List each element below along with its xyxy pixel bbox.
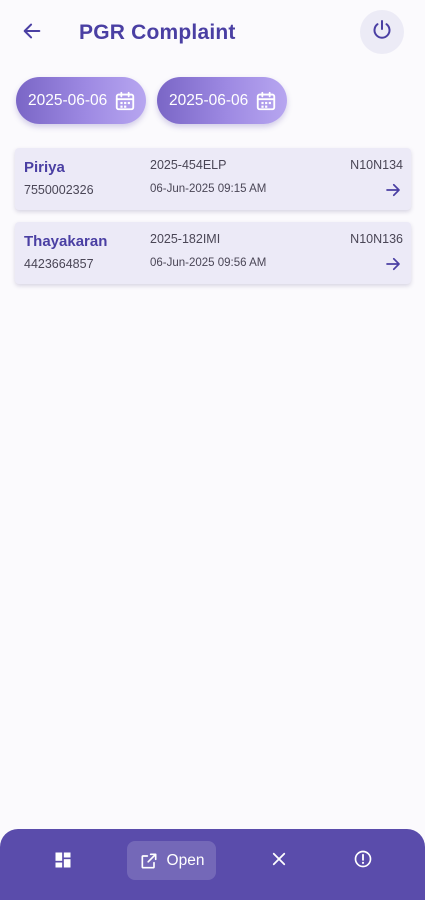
open-label: Open — [166, 851, 205, 869]
from-date-value: 2025-06-06 — [28, 91, 108, 109]
complaint-datetime: 06-Jun-2025 09:56 AM — [150, 257, 267, 269]
open-external-icon — [139, 851, 159, 871]
close-button[interactable] — [266, 848, 292, 874]
to-date-picker[interactable]: 2025-06-06 — [157, 77, 287, 124]
complaint-datetime: 06-Jun-2025 09:15 AM — [150, 183, 267, 195]
complaint-code: N10N136 — [350, 232, 403, 246]
info-button[interactable] — [350, 848, 376, 874]
calendar-icon — [255, 90, 277, 112]
page-title: PGR Complaint — [79, 21, 236, 44]
arrow-right-icon[interactable] — [384, 181, 402, 199]
date-filter-row: 2025-06-06 2025-06-06 — [16, 77, 287, 124]
info-icon — [353, 849, 373, 874]
app-header: PGR Complaint — [0, 0, 425, 66]
open-button[interactable]: Open — [127, 841, 216, 880]
complaint-id: 2025-454ELP — [150, 158, 227, 172]
close-icon — [270, 850, 288, 873]
complaint-card[interactable]: Thayakaran 4423664857 2025-182IMI 06-Jun… — [15, 222, 411, 284]
calendar-icon — [114, 90, 136, 112]
arrow-right-icon[interactable] — [384, 255, 402, 273]
complainant-phone: 4423664857 — [24, 257, 94, 271]
to-date-value: 2025-06-06 — [169, 91, 249, 109]
complaint-id: 2025-182IMI — [150, 232, 221, 246]
back-button[interactable] — [16, 18, 48, 48]
complaint-card[interactable]: Piriya 7550002326 2025-454ELP 06-Jun-202… — [15, 148, 411, 210]
complainant-name: Piriya — [24, 159, 65, 176]
dashboard-icon — [53, 850, 73, 875]
complainant-name: Thayakaran — [24, 233, 108, 250]
arrow-left-icon — [21, 20, 43, 47]
complaint-code: N10N134 — [350, 158, 403, 172]
bottom-action-bar: Open — [0, 829, 425, 900]
complainant-phone: 7550002326 — [24, 183, 94, 197]
dashboard-button[interactable] — [50, 849, 76, 875]
from-date-picker[interactable]: 2025-06-06 — [16, 77, 146, 124]
power-icon — [370, 18, 394, 47]
logout-button[interactable] — [360, 10, 404, 54]
